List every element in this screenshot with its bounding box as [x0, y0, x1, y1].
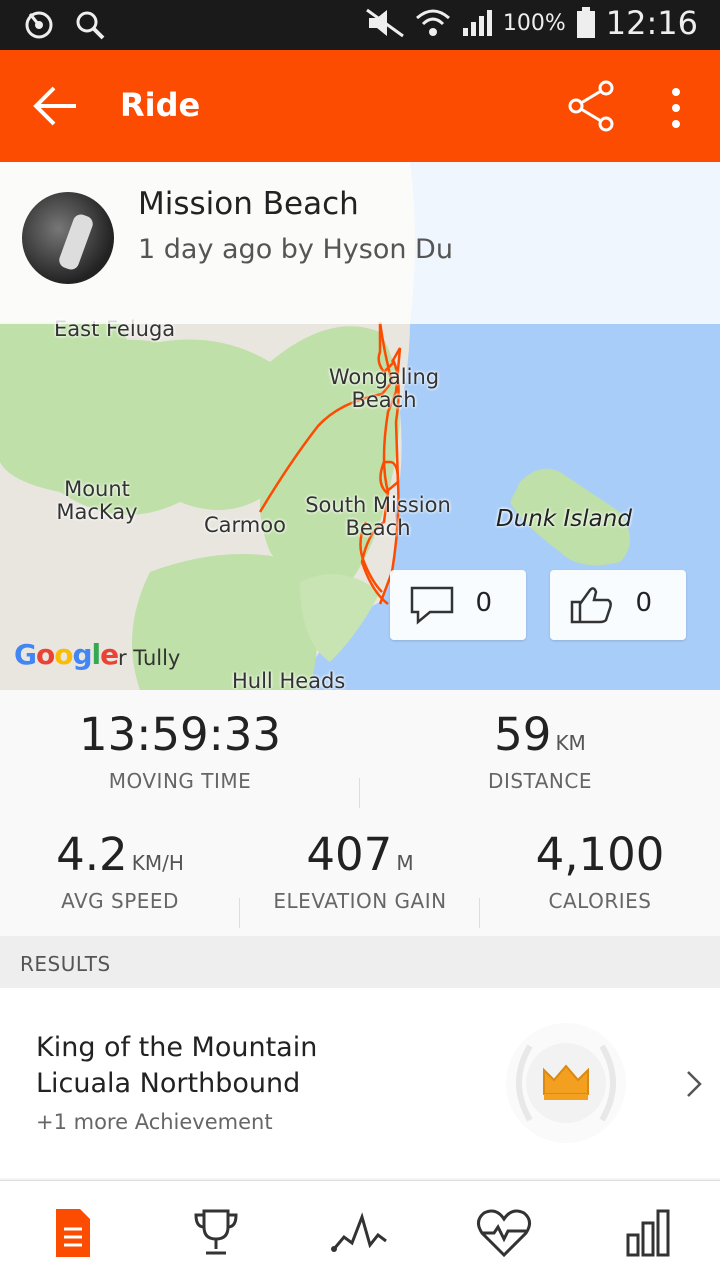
status-bar: 100% 12:16 — [0, 0, 720, 50]
like-count: 0 — [635, 588, 652, 618]
moving-time-label: MOVING TIME — [108, 769, 252, 793]
more-vertical-icon[interactable] — [660, 84, 692, 132]
map-label-south-mission-line2: Beach — [345, 516, 411, 540]
map-label-mount-mackay: Mount MacKay — [44, 478, 150, 524]
activity-header: Mission Beach 1 day ago by Hyson Du — [0, 162, 720, 324]
comment-count: 0 — [475, 588, 492, 618]
mute-icon — [365, 8, 404, 38]
stat-moving-time: 13:59:33 MOVING TIME — [60, 708, 300, 793]
activity-meta[interactable]: 1 day ago by Hyson Du — [138, 234, 453, 265]
distance-value: 59 — [494, 708, 552, 761]
elevation-value: 407 — [306, 828, 393, 881]
results-heading: RESULTS — [20, 952, 111, 976]
page-title: Ride — [120, 86, 201, 124]
avg-speed-unit: KM/H — [131, 851, 184, 875]
arrow-left-icon[interactable] — [30, 80, 82, 132]
signal-icon — [462, 10, 492, 36]
distance-unit: KM — [555, 731, 586, 755]
map-label-hull-heads: Hull Heads — [232, 669, 346, 691]
distance-label: DISTANCE — [488, 769, 592, 793]
result-row[interactable]: King of the Mountain Licuala Northbound … — [0, 988, 720, 1178]
map-label-wongaling: Wongaling Beach — [324, 366, 444, 412]
like-button[interactable]: 0 — [550, 570, 686, 640]
thumbs-up-icon — [570, 587, 612, 624]
avatar[interactable] — [22, 192, 114, 284]
elevation-unit: M — [396, 851, 414, 875]
map-label-wongaling-line1: Wongaling — [328, 365, 440, 389]
map-label-tully: r Tully — [118, 646, 181, 670]
battery-percent: 100% — [502, 10, 566, 36]
bottom-nav — [0, 1180, 720, 1280]
map-label-mount-line1: Mount — [64, 477, 130, 501]
trophy-icon[interactable] — [186, 1205, 246, 1261]
map-label-mount-line2: MacKay — [56, 500, 138, 524]
elevation-icon[interactable] — [330, 1205, 390, 1261]
stat-avg-speed: 4.2 KM/H AVG SPEED — [0, 828, 240, 913]
analysis-icon[interactable] — [618, 1205, 678, 1261]
achievement-title: King of the Mountain — [36, 1032, 318, 1063]
map-label-carmoo: Carmoo — [204, 513, 286, 537]
search-icon — [76, 11, 105, 40]
calories-value: 4,100 — [535, 828, 665, 881]
chevron-right-icon[interactable] — [684, 1068, 706, 1100]
results-header: RESULTS — [0, 936, 720, 988]
stat-elevation: 407 M ELEVATION GAIN — [240, 828, 480, 913]
segment-name: Licuala Northbound — [36, 1068, 301, 1099]
kom-crown-icon — [506, 1023, 626, 1143]
app-root: 100% 12:16 Ride East Feluga Wongaling Be… — [0, 0, 720, 1280]
more-achievements: +1 more Achievement — [36, 1110, 273, 1134]
overview-icon[interactable] — [42, 1205, 102, 1261]
avg-speed-label: AVG SPEED — [61, 889, 179, 913]
elevation-label: ELEVATION GAIN — [273, 889, 447, 913]
divider — [359, 778, 360, 808]
comment-button[interactable]: 0 — [390, 570, 526, 640]
stat-calories: 4,100 CALORIES — [480, 828, 720, 913]
google-logo: Google — [14, 638, 119, 671]
map-label-south-mission-line1: South Mission — [305, 493, 451, 517]
map-label-wongaling-line2: Beach — [351, 388, 417, 412]
heart-rate-icon[interactable] — [474, 1205, 534, 1261]
app-bar: Ride — [0, 50, 720, 162]
battery-icon — [576, 7, 595, 38]
clock: 12:16 — [605, 4, 698, 42]
sync-icon — [25, 11, 53, 39]
map-label-south-mission: South Mission Beach — [300, 494, 456, 540]
calories-label: CALORIES — [548, 889, 652, 913]
map-label-dunk-island: Dunk Island — [496, 506, 632, 532]
share-icon[interactable] — [566, 80, 618, 132]
stats-panel: 13:59:33 MOVING TIME 59 KM DISTANCE 4.2 KM… — [0, 690, 720, 936]
stat-distance: 59 KM DISTANCE — [420, 708, 660, 793]
activity-name: Mission Beach — [138, 186, 359, 222]
moving-time-value: 13:59:33 — [78, 708, 282, 761]
comment-icon — [410, 586, 454, 625]
wifi-icon — [415, 9, 450, 36]
avg-speed-value: 4.2 — [56, 828, 128, 881]
